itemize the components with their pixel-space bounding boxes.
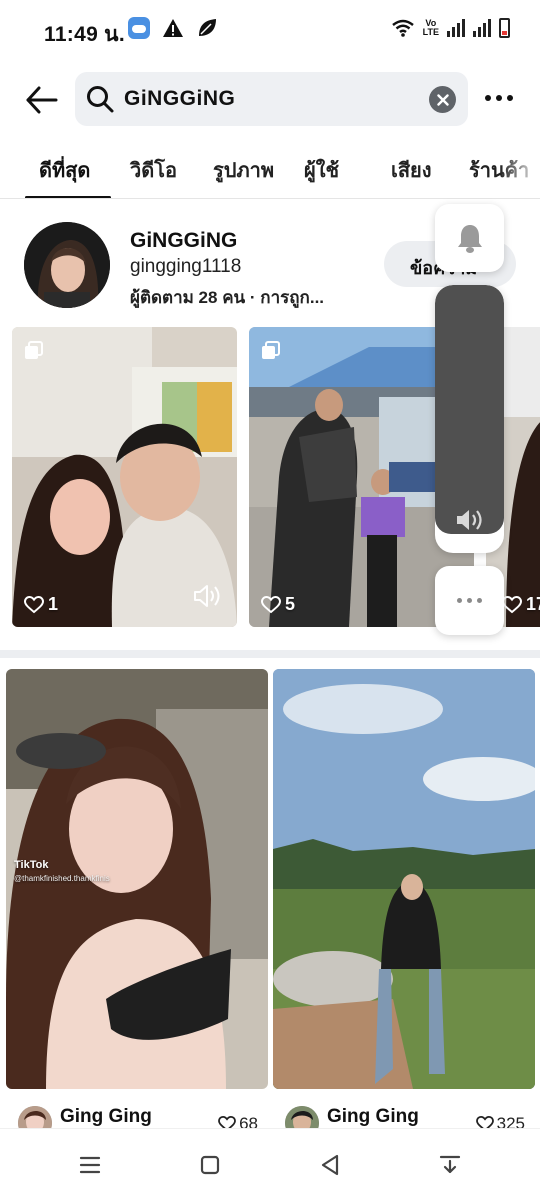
heart-outline-icon <box>502 595 522 613</box>
notification-toggle-button[interactable] <box>435 204 504 272</box>
menu-icon[interactable] <box>78 1153 102 1177</box>
tiktok-watermark-handle: @thamkfinished.thamkfinis <box>14 874 110 883</box>
profile-name[interactable]: GiNGGiNG <box>130 229 237 253</box>
download-icon[interactable] <box>438 1153 462 1177</box>
dot <box>467 598 472 603</box>
multi-clip-icon <box>25 341 43 359</box>
tab-videos[interactable]: วิดีโอ <box>130 154 177 186</box>
search-icon <box>85 84 115 114</box>
status-right-icons: Vo LTE <box>391 18 510 38</box>
signal-icon <box>473 19 491 37</box>
volte-icon: Vo LTE <box>423 19 439 37</box>
back-button[interactable] <box>22 80 62 120</box>
home-square-icon[interactable] <box>198 1153 222 1177</box>
video-likes: 1 <box>24 594 58 615</box>
wifi-icon <box>391 19 414 37</box>
active-tab-indicator <box>25 196 111 198</box>
system-nav-bar <box>0 1128 540 1200</box>
volume-icon <box>457 510 482 530</box>
profile-handle: gingging1118 <box>130 256 242 277</box>
dot <box>457 598 462 603</box>
battery-icon <box>499 18 510 38</box>
dot <box>477 598 482 603</box>
tab-users[interactable]: ผู้ใช้ <box>304 154 339 186</box>
volume-slider[interactable] <box>435 285 504 553</box>
feed-card[interactable]: TikTok @thamkfinished.thamkfinis <box>6 669 268 1089</box>
video-thumbnail[interactable]: 1 <box>12 327 237 627</box>
dot <box>485 95 491 101</box>
feed-card[interactable] <box>273 669 535 1089</box>
tab-top[interactable]: ดีที่สุด <box>39 154 90 186</box>
multi-clip-icon <box>262 341 280 359</box>
heart-outline-icon <box>261 595 281 613</box>
video-likes-count: 5 <box>285 594 296 614</box>
clear-search-button[interactable] <box>429 86 456 113</box>
volume-icon[interactable] <box>193 583 223 609</box>
dot <box>507 95 513 101</box>
heart-outline-icon <box>24 595 44 613</box>
alert-icon <box>163 19 183 37</box>
section-divider <box>0 650 540 658</box>
search-query: GiNGGiNG <box>124 87 236 110</box>
search-input[interactable]: GiNGGiNG <box>75 72 468 126</box>
feed-card-footer: Ging Ging 325 <box>285 1100 525 1140</box>
video-likes-count: 1 <box>48 594 59 614</box>
author-name[interactable]: Ging Ging <box>60 1106 152 1128</box>
volume-slider-fill <box>435 285 504 534</box>
author-name[interactable]: Ging Ging <box>327 1106 419 1128</box>
profile-meta: ผู้ติดตาม 28 คน · การถูก... <box>130 288 325 307</box>
video-likes: 17 <box>502 594 540 615</box>
avatar[interactable] <box>24 222 110 308</box>
tabs-fade <box>500 145 540 198</box>
status-left-icons <box>128 17 218 39</box>
volume-more-button[interactable] <box>435 566 504 635</box>
tab-photos[interactable]: รูปภาพ <box>213 154 274 186</box>
status-time: 11:49 น. <box>44 23 125 46</box>
video-likes-count: 17 <box>526 594 540 614</box>
arrow-left-icon <box>26 86 58 114</box>
bell-icon <box>457 225 482 253</box>
dot <box>496 95 502 101</box>
tiktok-watermark: TikTok <box>14 859 49 871</box>
leaf-icon <box>199 19 216 36</box>
signal-icon <box>447 19 465 37</box>
status-bar: 11:49 น. Vo LTE <box>0 0 540 60</box>
close-icon <box>436 93 449 106</box>
search-tabs: ดีที่สุด วิดีโอ รูปภาพ ผู้ใช้ เสียง ร้าน… <box>0 145 540 199</box>
tab-sounds[interactable]: เสียง <box>391 154 432 186</box>
feed-card-footer: Ging Ging 68 <box>18 1100 258 1140</box>
video-likes: 5 <box>261 594 295 615</box>
volte-bottom: LTE <box>422 27 439 37</box>
weather-icon <box>128 17 150 39</box>
back-triangle-icon[interactable] <box>318 1153 342 1177</box>
more-options-button[interactable] <box>482 88 516 108</box>
